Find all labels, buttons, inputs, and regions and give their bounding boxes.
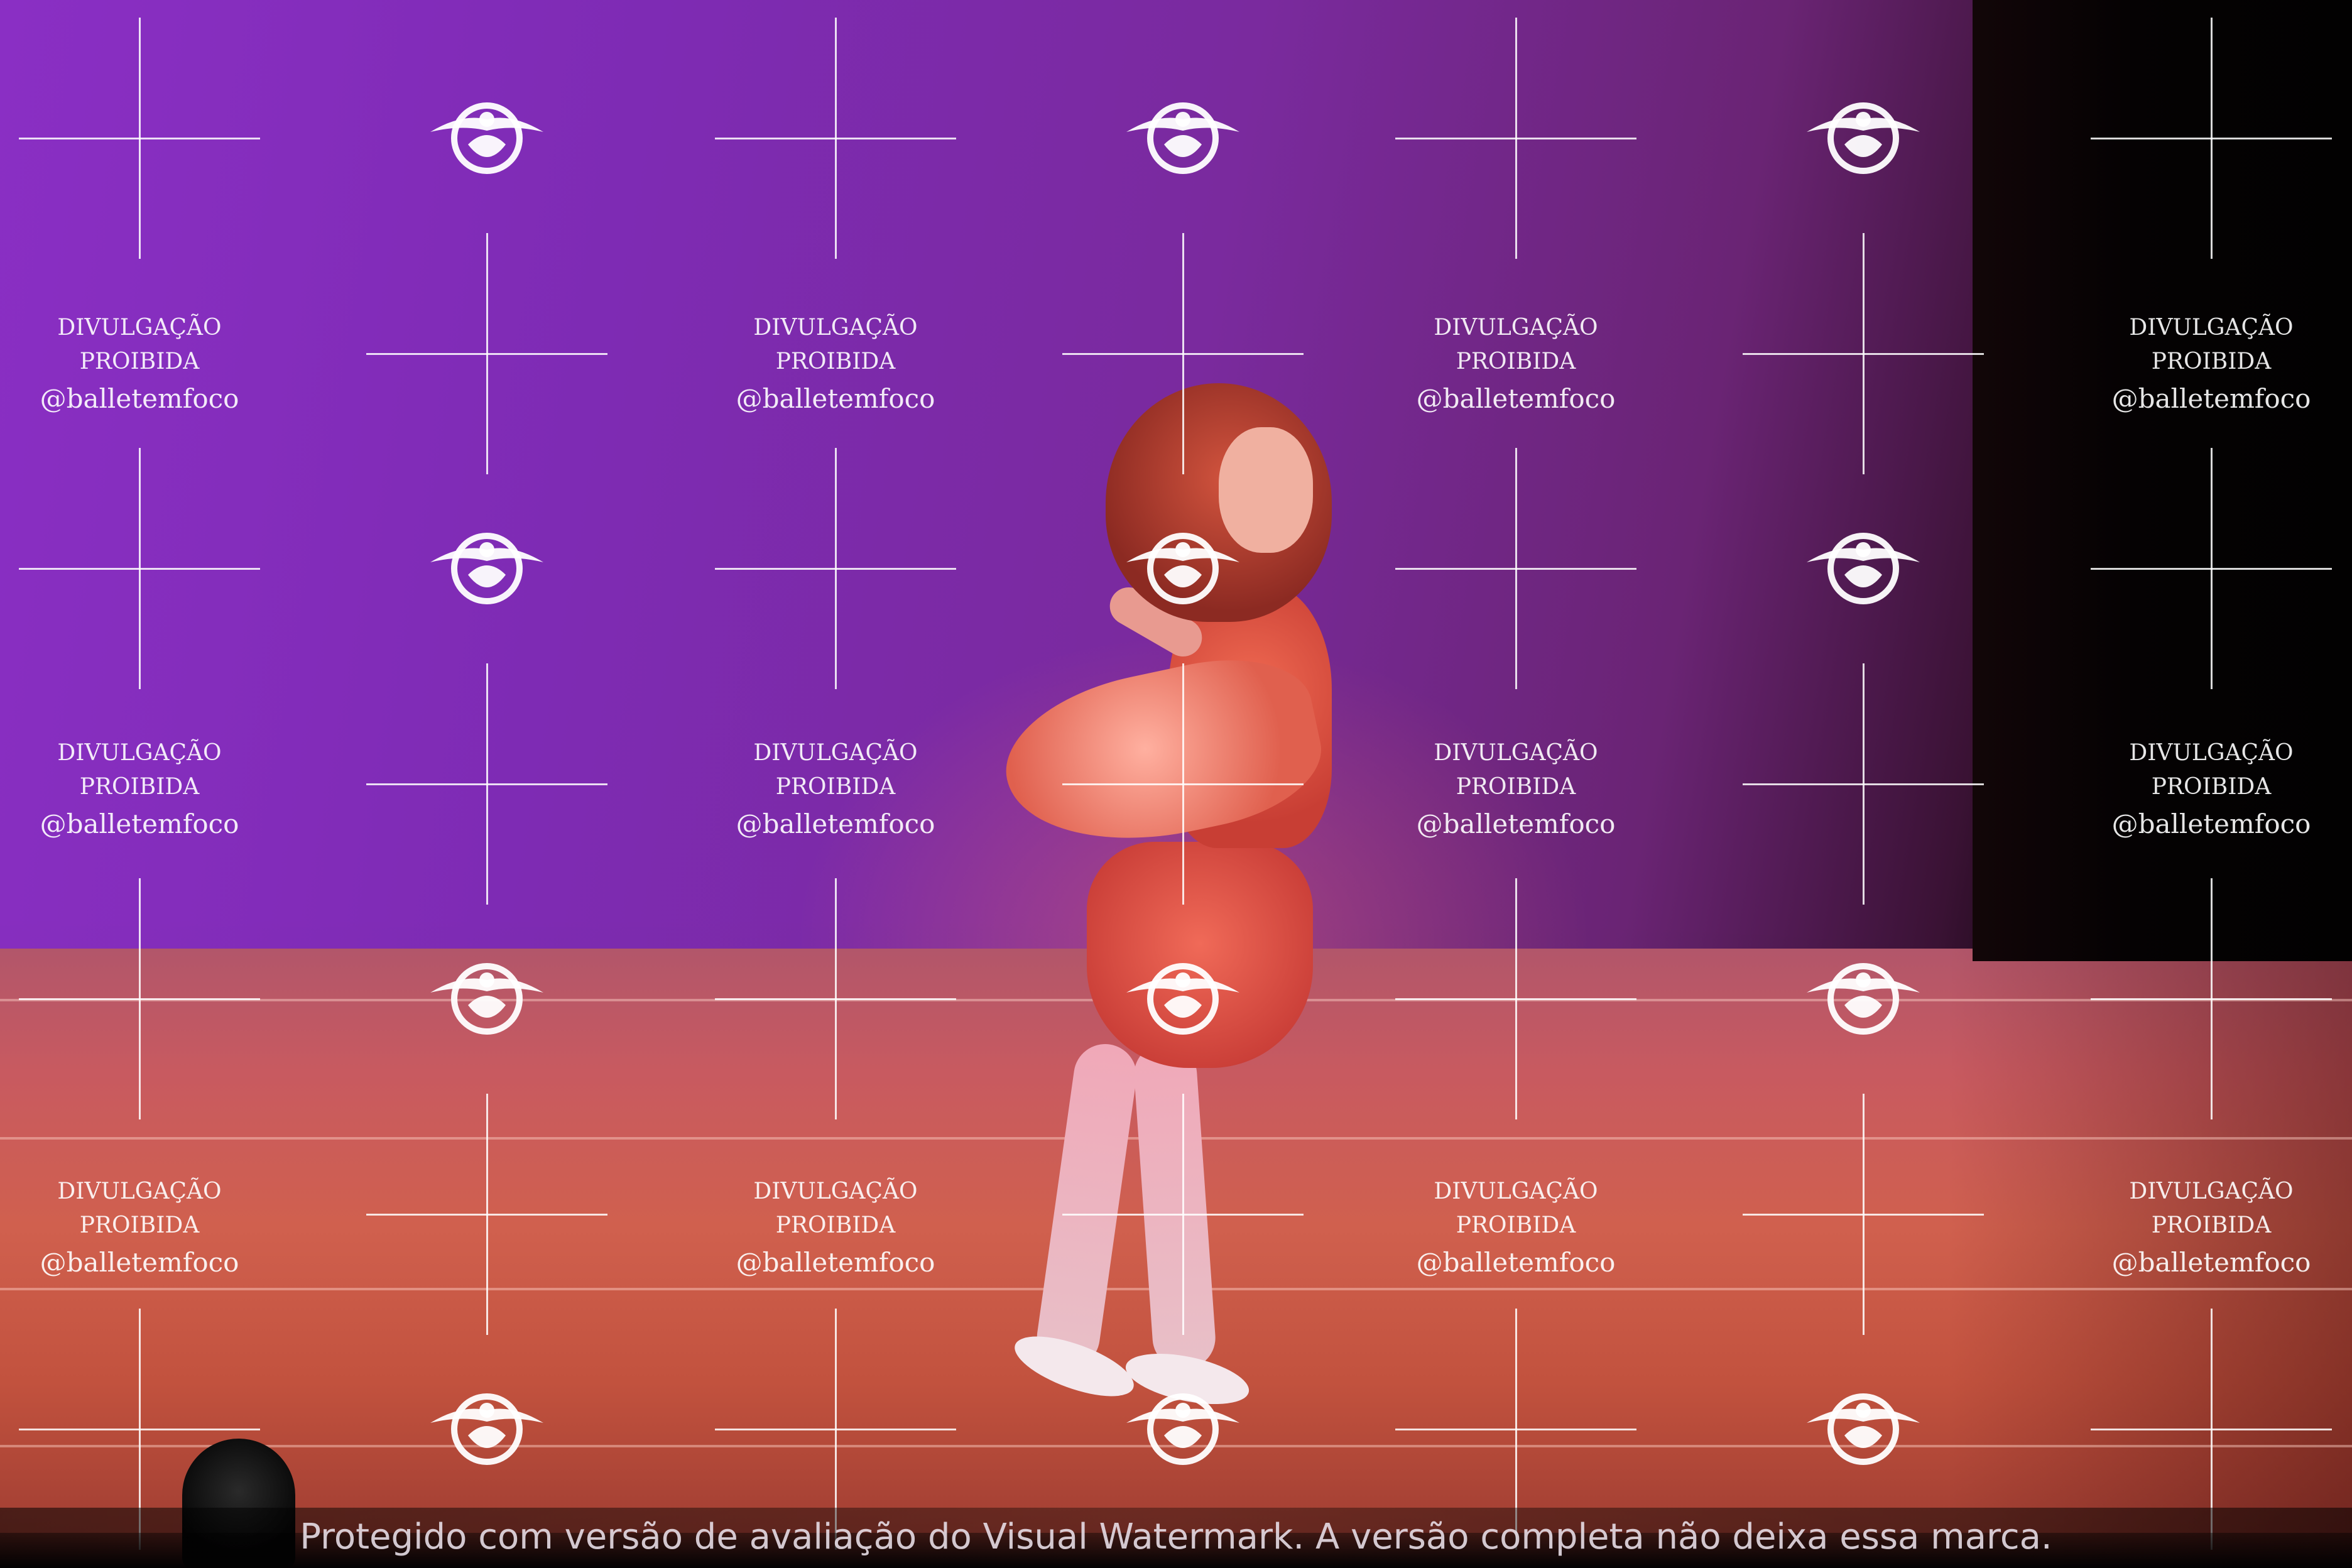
crosshair-watermark-icon — [1743, 663, 1984, 905]
watermark-line2: @balletemfoco — [40, 383, 239, 414]
watermark-logo-icon — [424, 955, 550, 1043]
watermark-logo-icon — [424, 1385, 550, 1473]
watermark-line2: @balletemfoco — [1416, 808, 1616, 839]
watermark-line1: DIVULGAÇÃO PROIBIDA — [1434, 1179, 1598, 1238]
watermark-text: DIVULGAÇÃO PROIBIDA @balletemfoco — [691, 311, 980, 419]
watermark-logo-icon — [1800, 94, 1926, 182]
watermark-text: DIVULGAÇÃO PROIBIDA @balletemfoco — [0, 1175, 284, 1283]
crosshair-watermark-icon — [19, 448, 260, 689]
crosshair-watermark-icon — [2091, 448, 2332, 689]
watermark-line1: DIVULGAÇÃO PROIBIDA — [1434, 740, 1598, 800]
watermark-text: DIVULGAÇÃO PROIBIDA @balletemfoco — [2067, 736, 2352, 844]
watermark-line2: @balletemfoco — [2111, 808, 2311, 839]
watermark-line2: @balletemfoco — [736, 383, 935, 414]
watermark-line1: DIVULGAÇÃO PROIBIDA — [2129, 1179, 2294, 1238]
crosshair-watermark-icon — [1743, 233, 1984, 474]
watermark-line2: @balletemfoco — [736, 808, 935, 839]
crosshair-watermark-icon — [1395, 448, 1636, 689]
watermark-text: DIVULGAÇÃO PROIBIDA @balletemfoco — [1371, 1175, 1660, 1283]
watermark-text: DIVULGAÇÃO PROIBIDA @balletemfoco — [691, 1175, 980, 1283]
crosshair-watermark-icon — [1062, 1094, 1304, 1335]
watermark-logo-icon — [424, 525, 550, 612]
crosshair-watermark-icon — [2091, 18, 2332, 259]
watermark-logo-icon — [1120, 955, 1246, 1043]
crosshair-watermark-icon — [366, 233, 607, 474]
watermark-logo-icon — [1800, 955, 1926, 1043]
crosshair-watermark-icon — [715, 878, 956, 1119]
watermark-text: DIVULGAÇÃO PROIBIDA @balletemfoco — [691, 736, 980, 844]
watermark-line1: DIVULGAÇÃO PROIBIDA — [753, 315, 918, 374]
crosshair-watermark-icon — [715, 448, 956, 689]
crosshair-watermark-icon — [366, 663, 607, 905]
watermark-text: DIVULGAÇÃO PROIBIDA @balletemfoco — [0, 311, 284, 419]
watermark-line2: @balletemfoco — [40, 808, 239, 839]
watermark-line1: DIVULGAÇÃO PROIBIDA — [57, 740, 222, 800]
crosshair-watermark-icon — [1395, 18, 1636, 259]
watermark-line2: @balletemfoco — [1416, 1247, 1616, 1278]
watermark-text: DIVULGAÇÃO PROIBIDA @balletemfoco — [1371, 736, 1660, 844]
watermark-line1: DIVULGAÇÃO PROIBIDA — [1434, 315, 1598, 374]
watermark-line1: DIVULGAÇÃO PROIBIDA — [2129, 740, 2294, 800]
crosshair-watermark-icon — [366, 1094, 607, 1335]
crosshair-watermark-icon — [715, 18, 956, 259]
watermark-line1: DIVULGAÇÃO PROIBIDA — [2129, 315, 2294, 374]
watermark-logo-icon — [1800, 1385, 1926, 1473]
watermark-line2: @balletemfoco — [1416, 383, 1616, 414]
crosshair-watermark-icon — [2091, 878, 2332, 1119]
crosshair-watermark-icon — [19, 18, 260, 259]
footer-watermark-text: Protegido com versão de avaliação do Vis… — [300, 1516, 2052, 1557]
watermark-line1: DIVULGAÇÃO PROIBIDA — [57, 315, 222, 374]
watermark-line1: DIVULGAÇÃO PROIBIDA — [57, 1179, 222, 1238]
watermark-line2: @balletemfoco — [736, 1247, 935, 1278]
watermark-text: DIVULGAÇÃO PROIBIDA @balletemfoco — [2067, 311, 2352, 419]
watermark-logo-icon — [1120, 1385, 1246, 1473]
crosshair-watermark-icon — [1062, 233, 1304, 474]
crosshair-watermark-icon — [19, 878, 260, 1119]
watermark-text: DIVULGAÇÃO PROIBIDA @balletemfoco — [2067, 1175, 2352, 1283]
watermark-logo-icon — [1120, 525, 1246, 612]
watermark-line1: DIVULGAÇÃO PROIBIDA — [753, 740, 918, 800]
watermark-logo-icon — [1800, 525, 1926, 612]
watermark-logo-icon — [1120, 94, 1246, 182]
photo-stage: DIVULGAÇÃO PROIBIDA @balletemfoco DIVULGAÇ… — [0, 0, 2352, 1568]
watermark-line2: @balletemfoco — [40, 1247, 239, 1278]
watermark-line2: @balletemfoco — [2111, 1247, 2311, 1278]
watermark-line2: @balletemfoco — [2111, 383, 2311, 414]
watermark-line1: DIVULGAÇÃO PROIBIDA — [753, 1179, 918, 1238]
crosshair-watermark-icon — [1395, 878, 1636, 1119]
crosshair-watermark-icon — [1743, 1094, 1984, 1335]
watermark-logo-icon — [424, 94, 550, 182]
crosshair-watermark-icon — [1062, 663, 1304, 905]
watermark-text: DIVULGAÇÃO PROIBIDA @balletemfoco — [0, 736, 284, 844]
watermark-text: DIVULGAÇÃO PROIBIDA @balletemfoco — [1371, 311, 1660, 419]
